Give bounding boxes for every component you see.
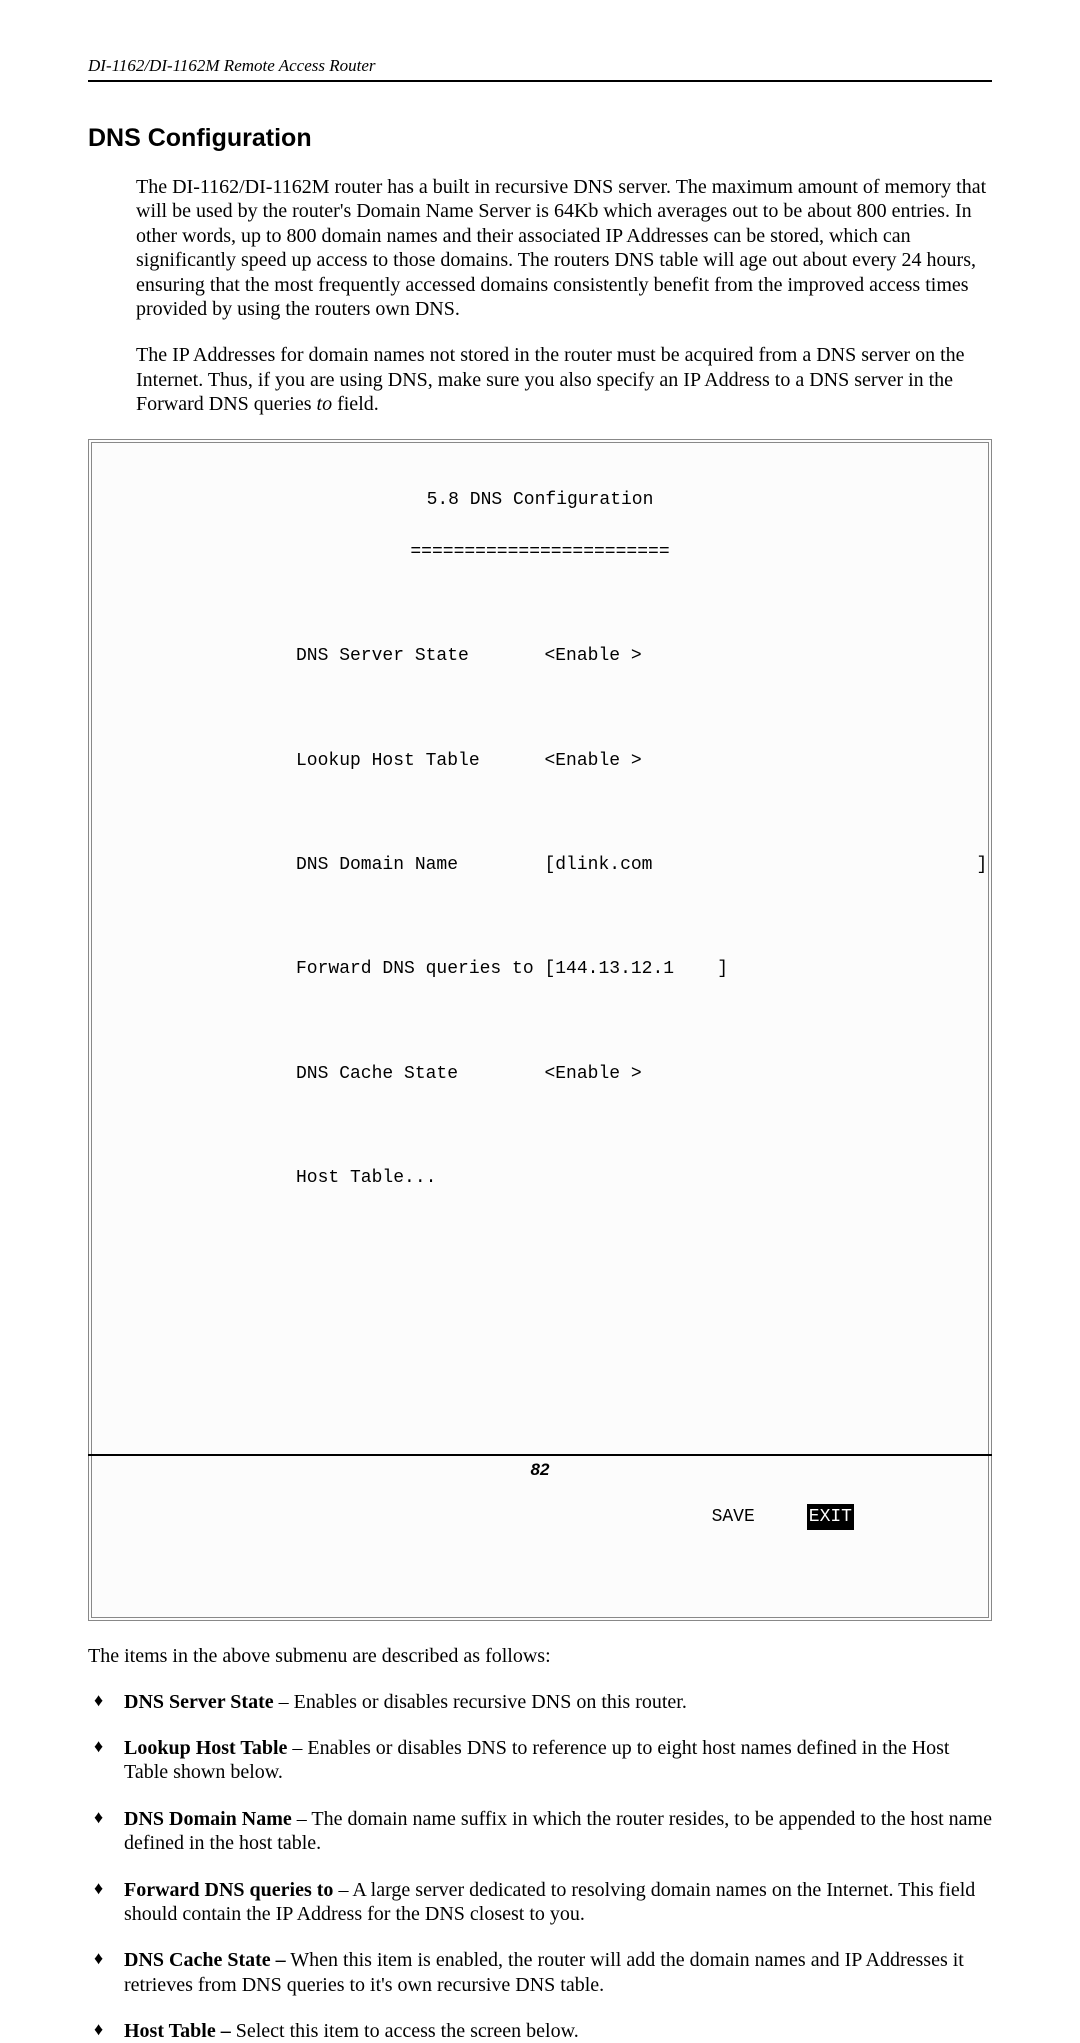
bullet-bold: Host Table – (124, 2020, 231, 2042)
bullet-bold: Lookup Host Table (124, 1737, 287, 1759)
bullet-bold: DNS Domain Name (124, 1808, 292, 1830)
paragraph-2a: The IP Addresses for domain names not st… (136, 344, 965, 415)
dns-domain-name-value[interactable]: [dlink.com (544, 855, 652, 875)
paragraph-1: The DI-1162/DI-1162M router has a built … (136, 175, 992, 321)
dns-server-state-value[interactable]: <Enable > (544, 646, 641, 666)
list-item: DNS Server State – Enables or disables r… (88, 1690, 992, 1714)
dns-cache-state-value[interactable]: <Enable > (544, 1064, 641, 1084)
running-header: DI-1162/DI-1162M Remote Access Router (88, 56, 992, 76)
lookup-host-table-label: Lookup Host Table (296, 751, 480, 771)
paragraph-2-italic: to (317, 393, 333, 415)
terminal-title: 5.8 DNS Configuration (106, 487, 974, 513)
list-item: Lookup Host Table – Enables or disables … (88, 1736, 992, 1785)
section-heading: DNS Configuration (88, 124, 992, 153)
dns-cache-state-label: DNS Cache State (296, 1064, 458, 1084)
paragraph-2b: field. (332, 393, 379, 415)
save-button[interactable]: SAVE (712, 1504, 755, 1530)
terminal-screenshot: 5.8 DNS Configuration ==================… (88, 439, 992, 1621)
header-rule (88, 80, 992, 82)
bullet-bold: DNS Server State (124, 1691, 274, 1713)
exit-button[interactable]: EXIT (807, 1504, 854, 1530)
bullet-bold: DNS Cache State – (124, 1949, 286, 1971)
list-item: DNS Cache State – When this item is enab… (88, 1948, 992, 1997)
bullet-list: DNS Server State – Enables or disables r… (88, 1690, 992, 2043)
after-terminal-text: The items in the above submenu are descr… (88, 1645, 992, 1668)
dns-domain-name-close: ] (977, 855, 988, 875)
list-item: Host Table – Select this item to access … (88, 2019, 992, 2043)
lookup-host-table-value[interactable]: <Enable > (544, 751, 641, 771)
forward-dns-value[interactable]: [144.13.12.1 ] (544, 959, 728, 979)
list-item: Forward DNS queries to – A large server … (88, 1878, 992, 1927)
list-item: DNS Domain Name – The domain name suffix… (88, 1807, 992, 1856)
bullet-rest: Select this item to access the screen be… (231, 2020, 579, 2042)
page-number: 82 (88, 1460, 992, 1480)
bullet-bold: Forward DNS queries to (124, 1879, 333, 1901)
bullet-rest: – Enables or disables recursive DNS on t… (274, 1691, 687, 1713)
dns-server-state-label: DNS Server State (296, 646, 469, 666)
host-table-item[interactable]: Host Table... (296, 1168, 436, 1188)
forward-dns-label: Forward DNS queries to (296, 959, 534, 979)
dns-domain-name-label: DNS Domain Name (296, 855, 458, 875)
paragraph-2: The IP Addresses for domain names not st… (136, 343, 992, 416)
footer-rule (88, 1454, 992, 1456)
terminal-underline: ======================== (106, 539, 974, 565)
